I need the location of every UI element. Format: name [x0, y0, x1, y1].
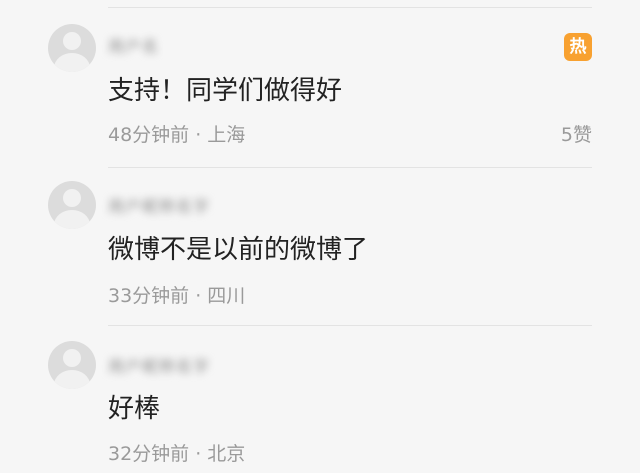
comment-meta: 48分钟前 · 上海	[108, 124, 246, 146]
avatar-head-icon	[63, 349, 81, 367]
avatar-head-icon	[63, 189, 81, 207]
hot-badge: 热	[564, 33, 592, 61]
comment-username[interactable]: 用户昵称名字	[108, 357, 210, 377]
comment-text: 好棒	[108, 394, 161, 424]
comment-item: 用户昵称名字 微博不是以前的微博了 33分钟前 · 四川	[0, 167, 640, 325]
comment-item: 用户昵称名字 好棒 32分钟前 · 北京	[0, 325, 640, 473]
like-count-button[interactable]: 5赞	[561, 123, 592, 147]
comment-meta: 32分钟前 · 北京	[108, 443, 246, 465]
avatar-head-icon	[63, 32, 81, 50]
avatar[interactable]	[48, 24, 96, 72]
comment-text: 支持！同学们做得好	[108, 76, 343, 106]
comment-item: 用户名 热 支持！同学们做得好 48分钟前 · 上海 5赞	[0, 0, 640, 167]
comment-username[interactable]: 用户名	[108, 37, 159, 57]
avatar[interactable]	[48, 181, 96, 229]
comment-meta: 33分钟前 · 四川	[108, 285, 246, 307]
avatar[interactable]	[48, 341, 96, 389]
comment-text: 微博不是以前的微博了	[108, 235, 369, 265]
comment-username[interactable]: 用户昵称名字	[108, 197, 210, 217]
avatar-body-icon	[54, 53, 90, 72]
avatar-body-icon	[54, 370, 90, 389]
avatar-body-icon	[54, 210, 90, 229]
